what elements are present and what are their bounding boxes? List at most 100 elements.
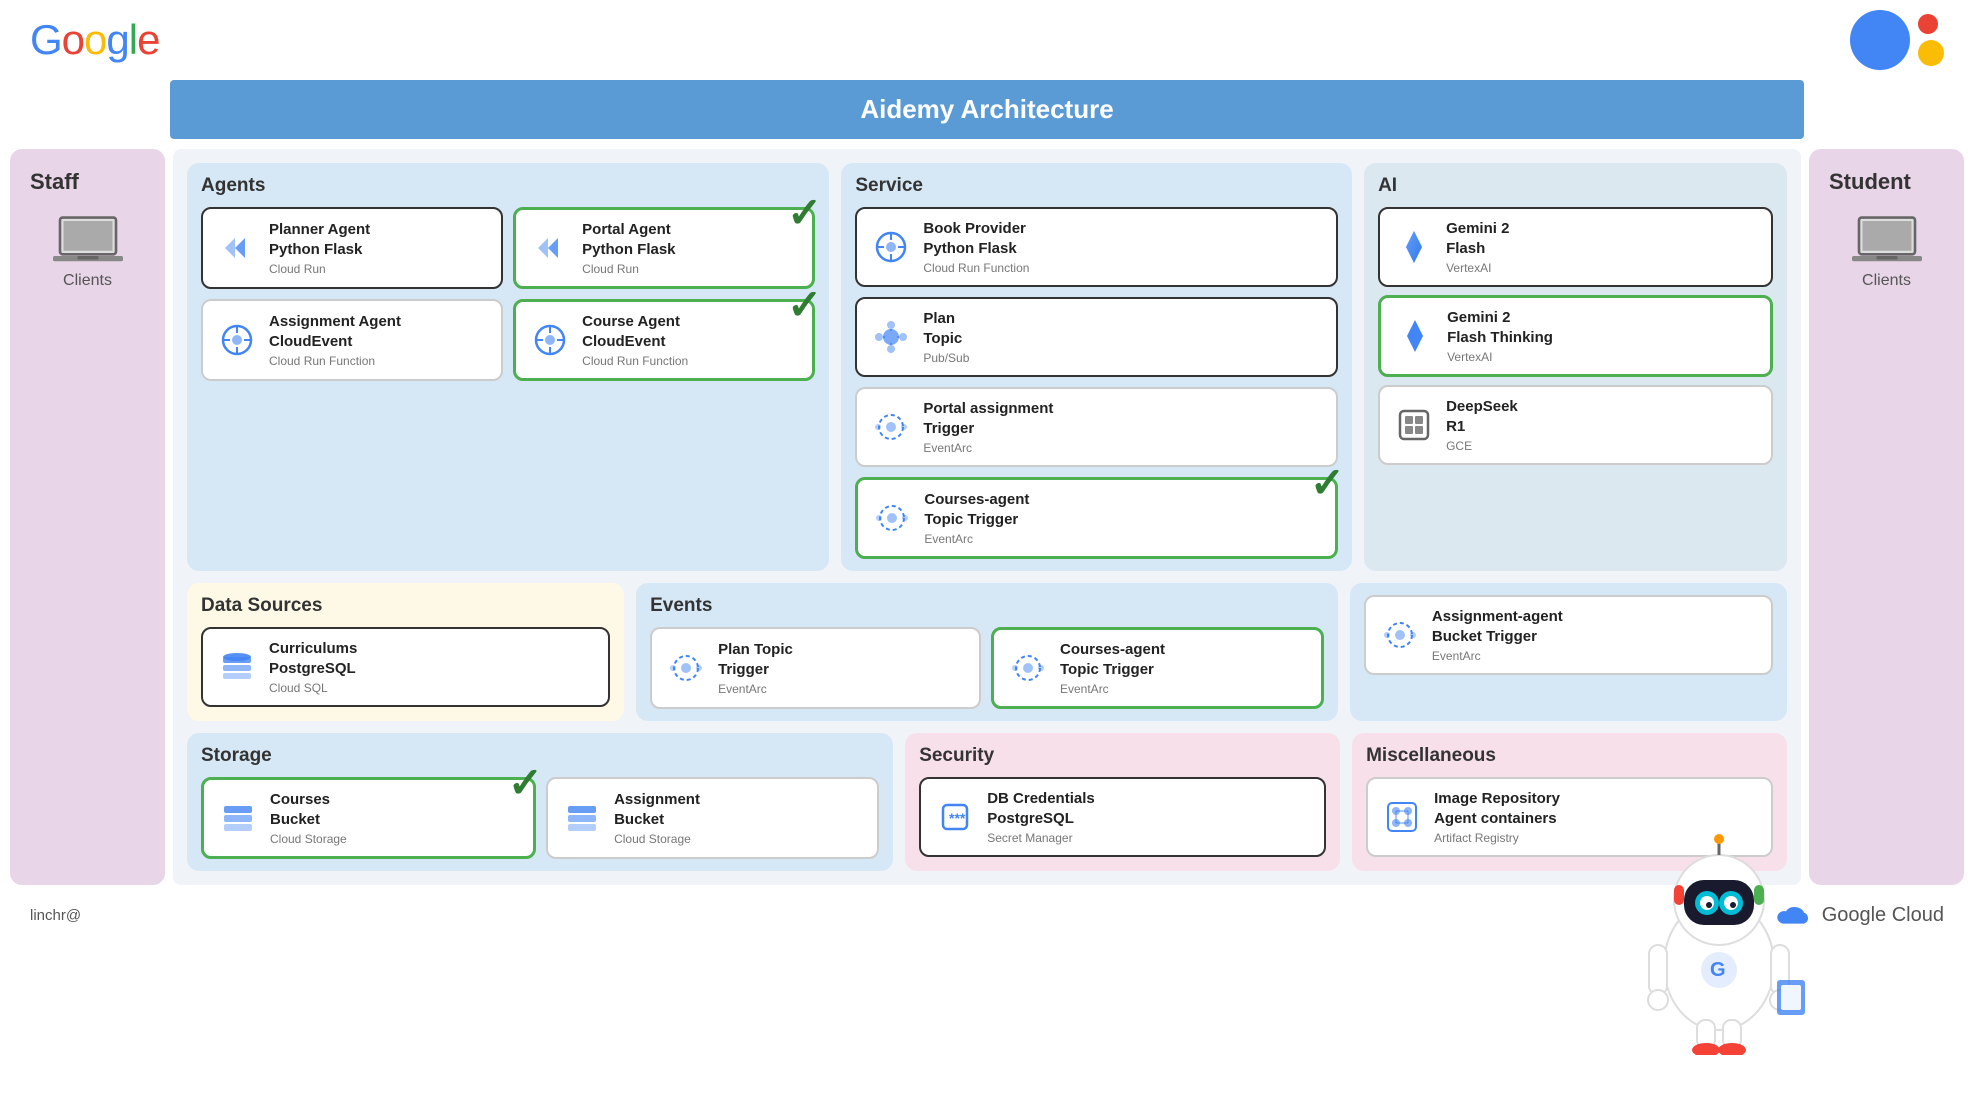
datasources-title: Data Sources (201, 595, 610, 617)
service-title: Service (855, 175, 1338, 197)
row-3: Storage ✓ CoursesBucket (187, 733, 1787, 871)
gemini-flash-name: Gemini 2Flash (1446, 219, 1509, 258)
assignment-agent-icon (215, 318, 259, 362)
ai-title: AI (1378, 175, 1773, 197)
courses-bucket-text: CoursesBucket Cloud Storage (270, 790, 347, 846)
book-provider-name: Book ProviderPython Flask (923, 219, 1029, 258)
assignment-agent-sub: Cloud Run Function (269, 354, 401, 368)
robot-illustration: G (1619, 825, 1819, 1055)
laptop-icon (53, 211, 123, 266)
card-book-provider: Book ProviderPython Flask Cloud Run Func… (855, 207, 1338, 287)
assistant-red-dot (1918, 14, 1938, 34)
planner-agent-icon (215, 226, 259, 270)
card-plan-topic-trigger: Plan TopicTrigger EventArc (650, 627, 981, 709)
assignment-bucket-trigger-text: Assignment-agentBucket Trigger EventArc (1432, 607, 1563, 663)
card-planner-agent: Planner AgentPython Flask Cloud Run (201, 207, 503, 289)
sidebar-student: Student Clients (1809, 149, 1964, 885)
student-client-icon: Clients (1852, 211, 1922, 290)
gemini-flash-sub: VertexAI (1446, 261, 1509, 275)
card-deepseek: DeepSeekR1 GCE (1378, 385, 1773, 465)
staff-client-label: Clients (63, 272, 112, 290)
ai-cards: Gemini 2Flash VertexAI Gemini 2Flash Th (1378, 207, 1773, 465)
row-2: Data Sources CurriculumsPostgreSQL Cloud… (187, 583, 1787, 721)
security-panel: Security *** DB CredentialsPostgreSQL Se… (905, 733, 1340, 871)
gemini-flash-text: Gemini 2Flash VertexAI (1446, 219, 1509, 275)
agents-title: Agents (201, 175, 815, 197)
courses-agent-event-trigger-text: Courses-agentTopic Trigger EventArc (1060, 640, 1165, 696)
db-credentials-icon: *** (933, 795, 977, 839)
bottom-email: linchr@ (30, 907, 81, 924)
assignment-agent-area: Assignment-agentBucket Trigger EventArc (1350, 583, 1787, 721)
curriculums-sub: Cloud SQL (269, 681, 357, 695)
course-agent-sub: Cloud Run Function (582, 354, 688, 368)
planner-agent-text: Planner AgentPython Flask Cloud Run (269, 220, 370, 276)
image-repo-name: Image RepositoryAgent containers (1434, 789, 1560, 828)
assistant-blue-circle (1850, 10, 1910, 70)
curriculums-icon (215, 645, 259, 689)
card-curriculums: CurriculumsPostgreSQL Cloud SQL (201, 627, 610, 707)
curriculums-name: CurriculumsPostgreSQL (269, 639, 357, 678)
assignment-bucket-sub: Cloud Storage (614, 832, 700, 846)
events-title: Events (650, 595, 1324, 617)
card-course-agent: ✓ Course AgentC (513, 299, 815, 381)
deepseek-text: DeepSeekR1 GCE (1446, 397, 1518, 453)
courses-agent-event-trigger-sub: EventArc (1060, 682, 1165, 696)
deepseek-name: DeepSeekR1 (1446, 397, 1518, 436)
book-provider-sub: Cloud Run Function (923, 261, 1029, 275)
deepseek-sub: GCE (1446, 439, 1518, 453)
book-provider-icon (869, 225, 913, 269)
portal-trigger-icon (869, 405, 913, 449)
assignment-agent-text: Assignment AgentCloudEvent Cloud Run Fun… (269, 312, 401, 368)
gemini-thinking-name: Gemini 2Flash Thinking (1447, 308, 1553, 347)
planner-agent-name: Planner AgentPython Flask (269, 220, 370, 259)
storage-cards: ✓ CoursesBucket Cloud Storage (201, 777, 879, 859)
courses-bucket-icon (216, 796, 260, 840)
main-area: Staff Clients Agents (10, 149, 1964, 885)
book-provider-text: Book ProviderPython Flask Cloud Run Func… (923, 219, 1029, 275)
agents-panel: Agents Planner AgentPython Flask Cloud (187, 163, 829, 571)
assignment-agent-name: Assignment AgentCloudEvent (269, 312, 401, 351)
card-plan-topic: PlanTopic Pub/Sub (855, 297, 1338, 377)
assignment-bucket-name: AssignmentBucket (614, 790, 700, 829)
courses-agent-event-trigger-icon (1006, 646, 1050, 690)
assignment-bucket-icon (560, 796, 604, 840)
courses-topic-trigger-name: Courses-agentTopic Trigger (924, 490, 1029, 529)
portal-agent-text: Portal AgentPython Flask Cloud Run (582, 220, 675, 276)
plan-topic-trigger-name: Plan TopicTrigger (718, 640, 793, 679)
top-bar: Google (0, 0, 1974, 70)
card-assignment-bucket-trigger: Assignment-agentBucket Trigger EventArc (1364, 595, 1773, 675)
db-credentials-name: DB CredentialsPostgreSQL (987, 789, 1095, 828)
card-gemini-flash: Gemini 2Flash VertexAI (1378, 207, 1773, 287)
student-client-label: Clients (1862, 272, 1911, 290)
image-repo-icon (1380, 795, 1424, 839)
architecture-title: Aidemy Architecture (170, 80, 1804, 139)
service-cards: Book ProviderPython Flask Cloud Run Func… (855, 207, 1338, 559)
card-assignment-bucket: AssignmentBucket Cloud Storage (546, 777, 879, 859)
ai-panel: AI (1364, 163, 1787, 571)
portal-agent-icon (528, 226, 572, 270)
events-cards: Plan TopicTrigger EventArc (650, 627, 1324, 709)
courses-bucket-name: CoursesBucket (270, 790, 347, 829)
security-title: Security (919, 745, 1326, 767)
image-repo-text: Image RepositoryAgent containers Artifac… (1434, 789, 1560, 845)
courses-topic-trigger-text: Courses-agentTopic Trigger EventArc (924, 490, 1029, 546)
google-assistant-icon (1850, 10, 1944, 70)
assistant-yellow-dot (1918, 40, 1944, 66)
google-cloud-label: Google Cloud (1822, 904, 1944, 927)
staff-client-icon: Clients (53, 211, 123, 290)
agents-cards-grid: Planner AgentPython Flask Cloud Run ✓ (201, 207, 815, 381)
plan-topic-text: PlanTopic Pub/Sub (923, 309, 969, 365)
portal-agent-sub: Cloud Run (582, 262, 675, 276)
gemini-thinking-text: Gemini 2Flash Thinking VertexAI (1447, 308, 1553, 364)
curriculums-text: CurriculumsPostgreSQL Cloud SQL (269, 639, 357, 695)
card-portal-trigger: Portal assignmentTrigger EventArc (855, 387, 1338, 467)
courses-agent-event-trigger-name: Courses-agentTopic Trigger (1060, 640, 1165, 679)
courses-topic-trigger-sub: EventArc (924, 532, 1029, 546)
plan-topic-trigger-sub: EventArc (718, 682, 793, 696)
sidebar-staff: Staff Clients (10, 149, 165, 885)
deepseek-icon (1392, 403, 1436, 447)
plan-topic-trigger-icon (664, 646, 708, 690)
datasources-panel: Data Sources CurriculumsPostgreSQL Cloud… (187, 583, 624, 721)
storage-panel: Storage ✓ CoursesBucket (187, 733, 893, 871)
card-courses-agent-event-trigger: Courses-agentTopic Trigger EventArc (991, 627, 1324, 709)
